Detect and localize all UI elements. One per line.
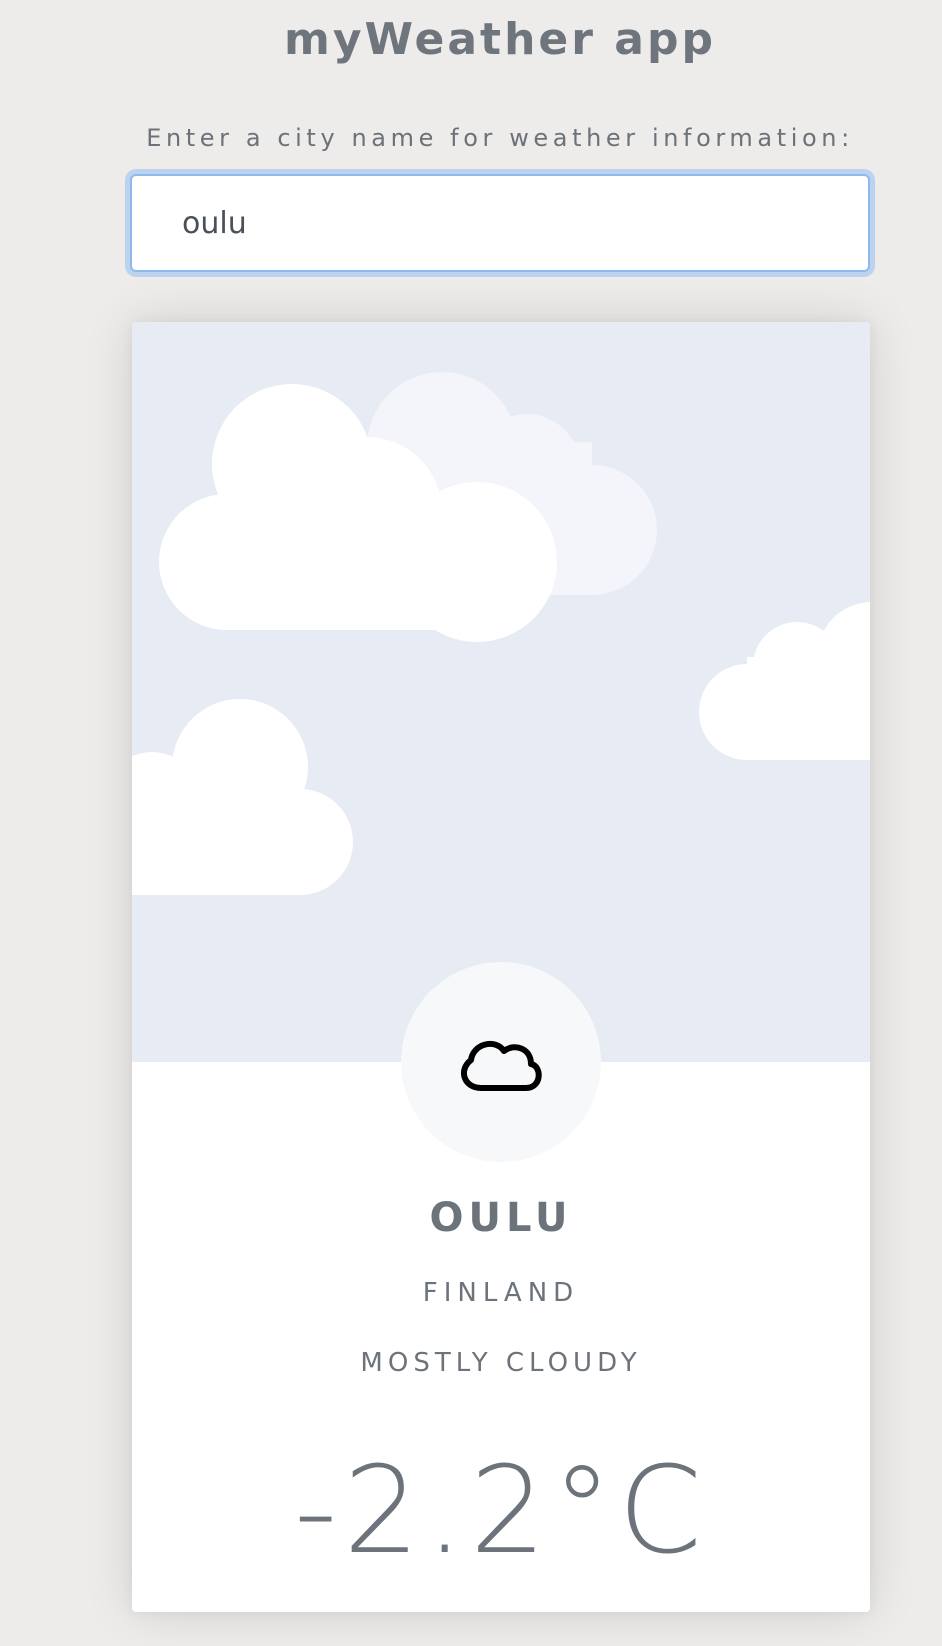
sky-background bbox=[132, 322, 870, 1062]
app-title: myWeather app bbox=[284, 14, 716, 65]
city-search-input[interactable] bbox=[130, 174, 870, 272]
weather-card: OULU FINLAND MOSTLY CLOUDY -2.2°C bbox=[132, 322, 870, 1612]
temperature-reading: -2.2°C bbox=[294, 1442, 708, 1581]
right-cloud-shape bbox=[699, 602, 870, 760]
country-name: FINLAND bbox=[422, 1278, 580, 1308]
left-cloud-shape bbox=[132, 699, 353, 895]
search-label: Enter a city name for weather informatio… bbox=[146, 124, 854, 152]
sky-clouds-illustration bbox=[132, 372, 870, 895]
cloud-icon bbox=[461, 1040, 542, 1091]
weather-condition: MOSTLY CLOUDY bbox=[360, 1348, 642, 1378]
city-name: OULU bbox=[429, 1195, 573, 1241]
weather-icon-badge bbox=[401, 962, 601, 1162]
